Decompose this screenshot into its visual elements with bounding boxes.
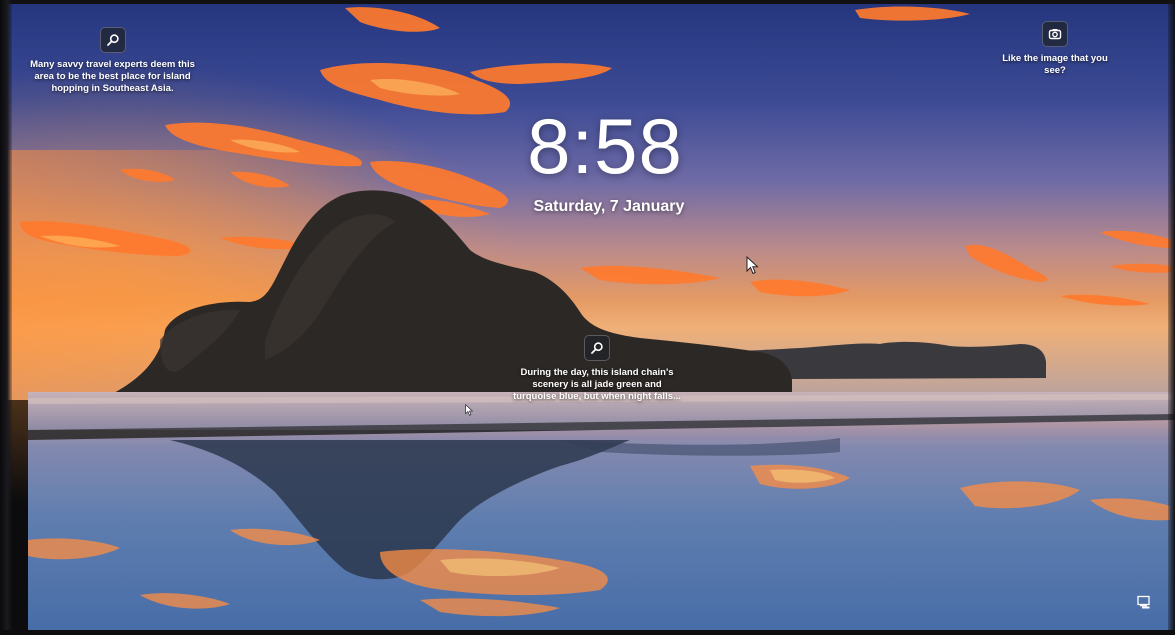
- monitor-bezel-right: [1168, 0, 1175, 635]
- hotspot-top-left[interactable]: Many savvy travel experts deem this area…: [30, 27, 195, 95]
- monitor-bezel-left: [0, 0, 12, 635]
- lock-screen: Many savvy travel experts deem this area…: [0, 0, 1175, 635]
- hotspot-center[interactable]: During the day, this island chain's scen…: [512, 335, 682, 403]
- hotspot-text: During the day, this island chain's scen…: [513, 367, 681, 402]
- mouse-pointer-icon: [465, 404, 474, 416]
- mouse-pointer-icon: [746, 256, 759, 275]
- monitor-bezel-top: [0, 0, 1175, 4]
- hotspot-text: Like the image that you see?: [1002, 53, 1108, 76]
- network-icon[interactable]: [1136, 594, 1152, 610]
- like-image-prompt[interactable]: Like the image that you see?: [995, 21, 1115, 77]
- lock-screen-date: Saturday, 7 January: [533, 198, 685, 215]
- lock-screen-time: 8:58: [527, 102, 683, 190]
- search-icon[interactable]: [584, 335, 610, 361]
- monitor-bezel-bottom: [0, 630, 1175, 635]
- camera-icon[interactable]: [1042, 21, 1068, 47]
- search-icon[interactable]: [99, 27, 126, 53]
- hotspot-text: Many savvy travel experts deem this area…: [30, 59, 195, 94]
